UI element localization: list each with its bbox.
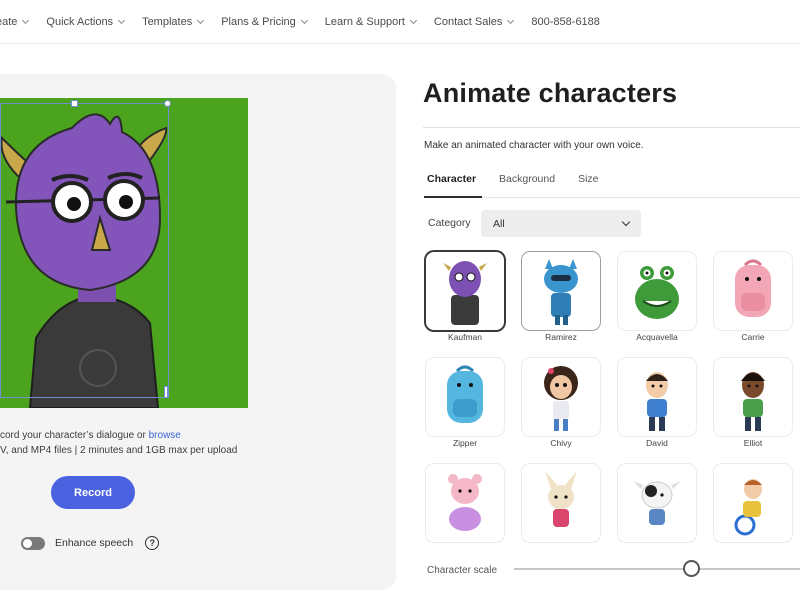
browse-link[interactable]: browse <box>149 430 181 441</box>
record-button[interactable]: Record <box>51 476 135 509</box>
character-card-david[interactable] <box>618 358 696 436</box>
tab-bar: Character Background Size <box>424 168 800 198</box>
character-scale-label: Character scale <box>427 565 498 576</box>
character-card-kaufman[interactable] <box>426 252 504 330</box>
nav-phone-number[interactable]: 800-858-6188 <box>531 16 600 28</box>
nav-item-plans-pricing[interactable]: Plans & Pricing <box>221 15 308 28</box>
character-scale-track[interactable] <box>514 568 800 570</box>
nav-item-templates[interactable]: Templates <box>142 15 205 28</box>
chevron-down-icon <box>409 16 417 24</box>
character-scale-knob[interactable] <box>683 560 700 577</box>
boy-dark-icon <box>741 372 765 431</box>
nav-item-label: Learn & Support <box>324 15 405 28</box>
bunny-icon <box>545 471 577 527</box>
nav-item-label: Plans & Pricing <box>221 15 296 28</box>
nav-item-quick-actions[interactable]: Quick Actions <box>46 15 126 28</box>
category-select[interactable]: All <box>481 210 641 237</box>
character-card-acquavella[interactable] <box>618 252 696 330</box>
tab-background[interactable]: Background <box>496 168 561 198</box>
character-card-elliot[interactable] <box>714 358 792 436</box>
chevron-down-icon <box>621 217 631 226</box>
wheelchair-kid-icon <box>734 479 762 536</box>
pink-backpack-icon <box>735 259 771 317</box>
chevron-down-icon <box>197 16 205 24</box>
upload-instructions: cord your character’s dialogue or browse… <box>0 428 390 458</box>
enhance-speech-label: Enhance speech <box>55 537 134 549</box>
green-frog-icon <box>635 266 679 319</box>
character-name: Zipper <box>452 438 478 448</box>
upload-instructions-line2: V, and MP4 files | 2 minutes and 1GB max… <box>0 445 238 456</box>
nav-item-create[interactable]: eate <box>0 15 30 28</box>
nav-item-label: eate <box>0 15 18 28</box>
tab-size[interactable]: Size <box>575 168 604 198</box>
girl-icon <box>544 366 578 431</box>
character-name: Acquavella <box>636 332 678 342</box>
chevron-down-icon <box>118 16 126 24</box>
toggle-knob <box>23 538 32 548</box>
character-name: Chivy <box>550 438 572 448</box>
nav-item-label: Templates <box>142 15 193 28</box>
nav-item-contact-sales[interactable]: Contact Sales <box>433 15 515 28</box>
page-subtitle: Make an animated character with your own… <box>424 140 644 151</box>
resize-handle[interactable] <box>71 100 78 107</box>
character-card-ramirez[interactable] <box>522 252 600 330</box>
character-card-bear[interactable] <box>426 464 504 542</box>
nav-item-label: Contact Sales <box>433 15 503 28</box>
nav-item-label: Quick Actions <box>46 15 114 28</box>
character-card-carrie[interactable] <box>714 252 792 330</box>
character-card-bunny[interactable] <box>522 464 600 542</box>
enhance-speech-row: Enhance speech ? <box>21 536 160 550</box>
character-name: David <box>646 438 668 448</box>
purple-monster-icon <box>443 261 487 325</box>
character-name: Elliot <box>743 438 763 448</box>
upload-instructions-line1: cord your character’s dialogue or <box>0 430 149 441</box>
character-card-cow[interactable] <box>618 464 696 542</box>
help-icon[interactable]: ? <box>145 536 160 550</box>
tab-character[interactable]: Character <box>424 168 483 198</box>
top-nav: eate Quick Actions Templates Plans & Pri… <box>0 0 800 44</box>
chevron-down-icon <box>507 16 515 24</box>
resize-handle[interactable] <box>164 100 171 107</box>
blue-backpack-icon <box>447 365 483 423</box>
character-name: Kaufman <box>447 332 483 342</box>
pink-bear-icon <box>448 474 482 531</box>
category-selected-value: All <box>493 217 505 230</box>
page-title: Animate characters <box>423 78 678 108</box>
character-card-wheelchair[interactable] <box>714 464 792 542</box>
cow-icon <box>633 481 681 525</box>
divider <box>423 127 800 128</box>
selection-box[interactable] <box>0 100 171 398</box>
chevron-down-icon <box>300 16 308 24</box>
nav-item-learn-support[interactable]: Learn & Support <box>324 15 417 28</box>
character-name: Ramirez <box>545 332 577 342</box>
boy-icon <box>646 372 668 431</box>
character-card-chivy[interactable] <box>522 358 600 436</box>
character-name: Carrie <box>741 332 765 342</box>
category-label: Category <box>428 217 471 229</box>
chevron-down-icon <box>22 16 30 24</box>
character-card-zipper[interactable] <box>426 358 504 436</box>
resize-handle[interactable] <box>164 386 168 398</box>
enhance-speech-toggle[interactable] <box>21 536 45 550</box>
blue-robot-icon <box>544 259 578 325</box>
